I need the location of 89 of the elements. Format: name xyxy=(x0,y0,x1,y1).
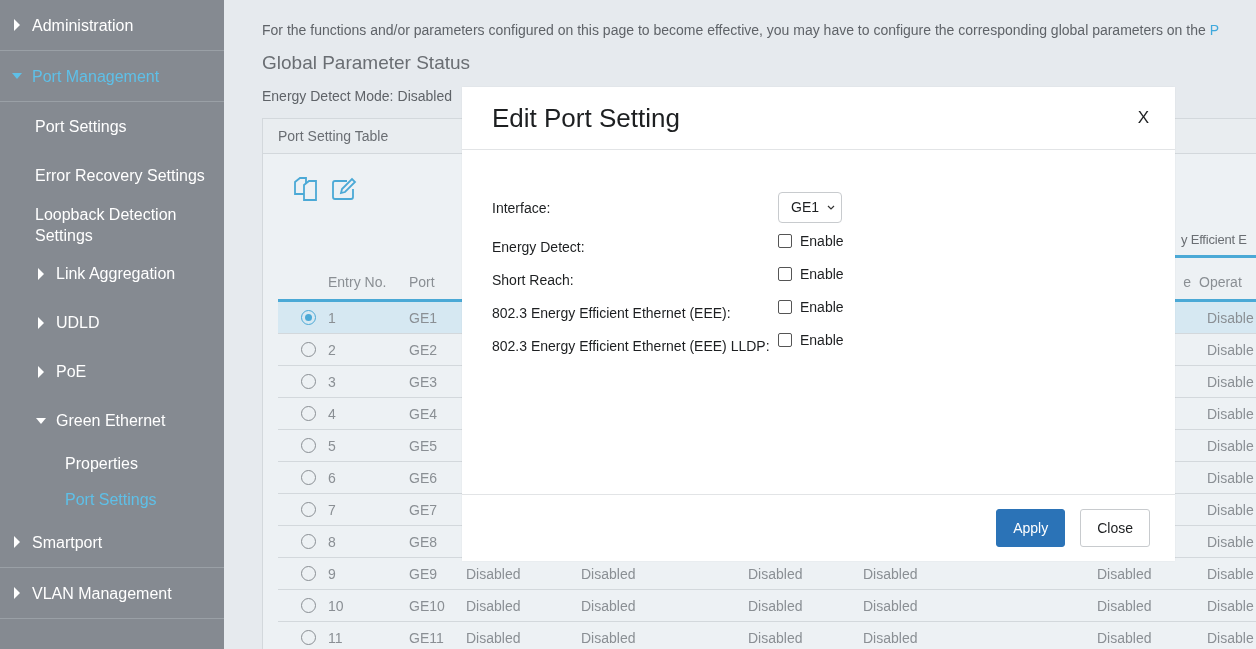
checkbox-label: Enable xyxy=(800,232,844,249)
table-cell-text: Disabled xyxy=(465,629,522,646)
checkbox-label: Enable xyxy=(800,265,844,282)
table-row[interactable]: 10 GE10 Disabled Disabled Disabled Disabled Disabled Disable xyxy=(278,590,1256,622)
table-cell-text: Disabled xyxy=(1096,565,1153,582)
table-cell-text: GE6 xyxy=(408,469,438,486)
table-cell-text: Disabled xyxy=(580,629,637,646)
column-header: Operat xyxy=(1198,273,1243,290)
edit-icon[interactable] xyxy=(331,176,357,202)
field-label: 802.3 Energy Efficient Ethernet (EEE): xyxy=(492,303,732,321)
checkbox[interactable] xyxy=(778,266,792,281)
table-cell-text: Disabled xyxy=(465,565,522,582)
table-cell-text: 7 xyxy=(327,501,337,518)
close-button[interactable]: Close xyxy=(1080,509,1150,547)
table-cell-text: 4 xyxy=(327,405,337,422)
nav-item[interactable]: Link Aggregation xyxy=(56,263,176,284)
link[interactable]: P xyxy=(1209,22,1219,38)
table-row[interactable]: 11 GE11 Disabled Disabled Disabled Disabled Disabled Disable xyxy=(278,622,1256,649)
nav-item[interactable]: Properties xyxy=(65,452,138,474)
table-cell-text: GE4 xyxy=(408,405,438,422)
checkbox-label: Enable xyxy=(800,331,844,348)
table-cell-text: 3 xyxy=(327,373,337,390)
table-cell-text: Disabled xyxy=(580,597,637,614)
table-cell-text: Disable xyxy=(1206,533,1255,550)
nav-item[interactable]: UDLD xyxy=(56,312,100,333)
nav-item[interactable]: Error Recovery Settings xyxy=(35,165,205,186)
table-cell-text: GE11 xyxy=(408,629,445,646)
table-cell-text: Disable xyxy=(1206,341,1255,358)
table-cell-text: 1 xyxy=(327,309,337,326)
column-header: Port xyxy=(408,273,436,290)
table-cell-text: Disabled xyxy=(862,597,919,614)
table-cell-text: Disabled xyxy=(747,565,804,582)
table-cell-text: 9 xyxy=(327,565,337,582)
table-cell-text: Disable xyxy=(1206,501,1255,518)
apply-button[interactable]: Apply xyxy=(996,509,1066,547)
table-cell-text: Disabled xyxy=(465,597,522,614)
table-cell-text: Disabled xyxy=(862,565,919,582)
table-cell-text: Disable xyxy=(1206,309,1255,326)
table-cell-text: Disabled xyxy=(747,629,804,646)
table-cell-text: Disable xyxy=(1206,405,1255,422)
table-cell-text: Disable xyxy=(1206,597,1255,614)
field-label: Interface: xyxy=(492,199,552,216)
column-header: e xyxy=(1183,273,1191,290)
nav-item[interactable]: VLAN Management xyxy=(32,582,172,604)
table-cell-text: GE8 xyxy=(408,533,438,550)
table-cell-text: Disabled xyxy=(747,597,804,614)
nav-item[interactable]: PoE xyxy=(56,361,87,382)
nav-item[interactable]: Smartport xyxy=(32,531,103,553)
table-cell-text: 8 xyxy=(327,533,337,550)
table-cell-text: Disabled xyxy=(1096,629,1153,646)
status-label: Energy Detect Mode: xyxy=(262,88,394,104)
table-cell-text: Disabled xyxy=(1096,597,1153,614)
section-heading: Global Parameter Status xyxy=(262,52,472,74)
table-cell-text: GE7 xyxy=(408,501,438,518)
table-cell-text: Disable xyxy=(1206,629,1255,646)
nav-item[interactable]: Loopback Detection Settings xyxy=(35,203,216,246)
table-cell-text: GE2 xyxy=(408,341,438,358)
table-cell-text: Disabled xyxy=(580,565,637,582)
table-cell-text: Disable xyxy=(1206,373,1255,390)
interface-select[interactable]: GE1 xyxy=(778,191,842,223)
table-cell-text: GE3 xyxy=(408,373,438,390)
table-cell-text: 5 xyxy=(327,437,337,454)
checkbox-label: Enable xyxy=(800,298,844,315)
nav-item[interactable]: Port Settings xyxy=(35,116,127,137)
table-cell-text: Disable xyxy=(1206,437,1255,454)
table-cell-text: GE9 xyxy=(408,565,438,582)
checkbox[interactable] xyxy=(778,299,792,314)
table-cell-text: Disabled xyxy=(862,629,919,646)
table-cell-text: GE10 xyxy=(408,597,446,614)
table-cell-text: GE1 xyxy=(408,309,438,326)
nav-item[interactable]: Green Ethernet xyxy=(56,410,166,431)
table-cell-text: 2 xyxy=(327,341,337,358)
nav-item[interactable]: Administration xyxy=(32,14,134,36)
field-label: Short Reach: xyxy=(492,270,575,288)
table-cell-text: Disable xyxy=(1206,469,1255,486)
table-cell-text: GE5 xyxy=(408,437,438,454)
column-header: Entry No. xyxy=(327,273,388,290)
checkbox[interactable] xyxy=(778,233,792,248)
field-label: 802.3 Energy Efficient Ethernet (EEE) LLDP: xyxy=(492,336,771,354)
notice-text: For the functions and/or parameters configured on this page to become effective, you may have to configure the corresponding global parameters on the P xyxy=(262,22,1220,38)
checkbox[interactable] xyxy=(778,332,792,347)
copy-icon[interactable] xyxy=(293,176,319,202)
field-label: Energy Detect: xyxy=(492,237,586,255)
table-cell-text: 10 xyxy=(327,597,345,614)
table-cell-text: Disable xyxy=(1206,565,1255,582)
status-value: Disabled xyxy=(397,88,452,104)
table-cell-text: 11 xyxy=(327,629,344,646)
table-cell-text: 6 xyxy=(327,469,337,486)
chevron-down-icon xyxy=(827,204,835,210)
